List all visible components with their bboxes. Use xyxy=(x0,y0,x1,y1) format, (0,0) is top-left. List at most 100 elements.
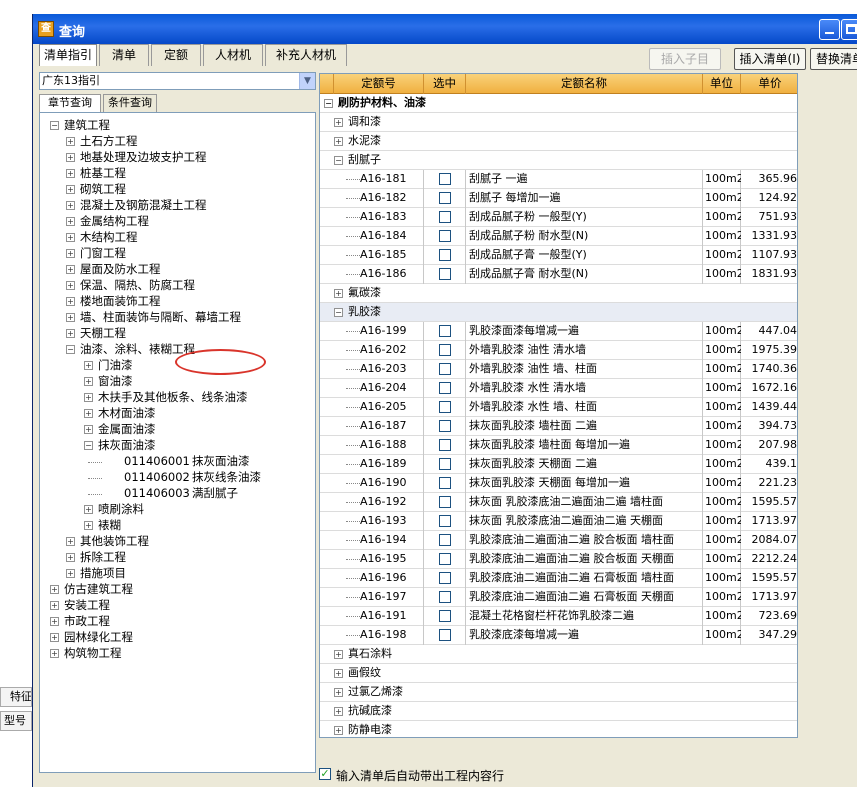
table-row[interactable]: A16-195 乳胶漆底油二遍面油二遍 胶合板面 天棚面 100m2 2212.24 xyxy=(320,550,797,569)
expand-icon[interactable]: + xyxy=(84,409,93,418)
grid-header-price[interactable]: 单价 xyxy=(741,74,797,94)
select-checkbox[interactable] xyxy=(439,249,451,261)
table-row[interactable]: A16-188 抹灰面乳胶漆 墙柱面 每增加一遍 100m2 207.98 xyxy=(320,436,797,455)
expand-icon[interactable]: + xyxy=(66,537,75,546)
tree-item[interactable]: + 市政工程 xyxy=(40,613,315,629)
tree-item[interactable]: 011406003 满刮腻子 xyxy=(40,485,315,501)
tree-item[interactable]: + 窗油漆 xyxy=(40,373,315,389)
tree-item[interactable]: + 金属结构工程 xyxy=(40,213,315,229)
tree-item[interactable]: + 木结构工程 xyxy=(40,229,315,245)
tree-item[interactable]: + 门窗工程 xyxy=(40,245,315,261)
tree-item[interactable]: + 喷刷涂料 xyxy=(40,501,315,517)
expand-icon[interactable]: + xyxy=(66,201,75,210)
table-row[interactable]: A16-184 刮成品腻子粉 耐水型(N) 100m2 1331.93 xyxy=(320,227,797,246)
collapse-icon[interactable]: − xyxy=(50,121,59,130)
table-row[interactable]: A16-198 乳胶漆底漆每增减一遍 100m2 347.29 xyxy=(320,626,797,645)
tab-condition-query[interactable]: 条件查询 xyxy=(103,94,157,112)
table-row[interactable]: A16-189 抹灰面乳胶漆 天棚面 二遍 100m2 439.1 xyxy=(320,455,797,474)
collapse-icon[interactable]: − xyxy=(66,345,75,354)
select-checkbox[interactable] xyxy=(439,363,451,375)
select-checkbox[interactable] xyxy=(439,382,451,394)
expand-icon[interactable]: + xyxy=(334,289,343,298)
group-row[interactable]: − 乳胶漆 xyxy=(320,303,797,322)
expand-icon[interactable]: + xyxy=(84,377,93,386)
expand-icon[interactable]: + xyxy=(84,393,93,402)
expand-icon[interactable]: + xyxy=(50,601,59,610)
table-row[interactable]: A16-193 抹灰面 乳胶漆底油二遍面油二遍 天棚面 100m2 1713.97 xyxy=(320,512,797,531)
tree-item[interactable]: + 木扶手及其他板条、线条油漆 xyxy=(40,389,315,405)
table-row[interactable]: A16-197 乳胶漆底油二遍面油二遍 石膏板面 天棚面 100m2 1713.97 xyxy=(320,588,797,607)
tree-item[interactable]: + 措施项目 xyxy=(40,565,315,581)
grid-header-code[interactable]: 定额号 xyxy=(334,74,424,94)
table-row[interactable]: A16-181 刮腻子 一遍 100m2 365.96 xyxy=(320,170,797,189)
group-row[interactable]: + 防静电漆 xyxy=(320,721,797,737)
tab-extra-materials[interactable]: 补充人材机 xyxy=(265,44,347,66)
tree-item[interactable]: + 天棚工程 xyxy=(40,325,315,341)
tab-list[interactable]: 清单 xyxy=(99,44,149,66)
grid-header-selected[interactable]: 选中 xyxy=(424,74,466,94)
tree-item[interactable]: − 抹灰面油漆 xyxy=(40,437,315,453)
tree-item[interactable]: + 地基处理及边坡支护工程 xyxy=(40,149,315,165)
expand-icon[interactable]: + xyxy=(66,217,75,226)
expand-icon[interactable]: + xyxy=(84,361,93,370)
expand-icon[interactable]: + xyxy=(84,521,93,530)
table-row[interactable]: A16-199 乳胶漆面漆每增减一遍 100m2 447.04 xyxy=(320,322,797,341)
expand-icon[interactable]: + xyxy=(66,169,75,178)
select-checkbox[interactable] xyxy=(439,230,451,242)
expand-icon[interactable]: + xyxy=(50,633,59,642)
tree-item[interactable]: + 混凝土及钢筋混凝土工程 xyxy=(40,197,315,213)
expand-icon[interactable]: + xyxy=(334,650,343,659)
expand-icon[interactable]: + xyxy=(66,137,75,146)
table-row[interactable]: A16-204 外墙乳胶漆 水性 清水墙 100m2 1672.16 xyxy=(320,379,797,398)
table-row[interactable]: A16-205 外墙乳胶漆 水性 墙、柱面 100m2 1439.44 xyxy=(320,398,797,417)
select-checkbox[interactable] xyxy=(439,192,451,204)
expand-icon[interactable]: + xyxy=(84,425,93,434)
tab-materials[interactable]: 人材机 xyxy=(203,44,263,66)
tree-item[interactable]: + 拆除工程 xyxy=(40,549,315,565)
grid-header-name[interactable]: 定额名称 xyxy=(466,74,703,94)
replace-list-button[interactable]: 替换清单 xyxy=(810,48,857,70)
table-row[interactable]: A16-187 抹灰面乳胶漆 墙柱面 二遍 100m2 394.73 xyxy=(320,417,797,436)
expand-icon[interactable]: + xyxy=(50,617,59,626)
tree-item[interactable]: + 桩基工程 xyxy=(40,165,315,181)
tree-item[interactable]: + 园林绿化工程 xyxy=(40,629,315,645)
expand-icon[interactable]: + xyxy=(50,649,59,658)
expand-icon[interactable]: + xyxy=(334,726,343,735)
select-checkbox[interactable] xyxy=(439,572,451,584)
collapse-icon[interactable]: − xyxy=(324,99,333,108)
tab-chapter-query[interactable]: 章节查询 xyxy=(39,94,101,113)
expand-icon[interactable]: + xyxy=(66,297,75,306)
tree-item[interactable]: + 金属面油漆 xyxy=(40,421,315,437)
tree-item[interactable]: − 油漆、涂料、裱糊工程 xyxy=(40,341,315,357)
select-checkbox[interactable] xyxy=(439,458,451,470)
table-row[interactable]: A16-186 刮成品腻子膏 耐水型(N) 100m2 1831.93 xyxy=(320,265,797,284)
group-row[interactable]: − 刮腻子 xyxy=(320,151,797,170)
expand-icon[interactable]: + xyxy=(66,249,75,258)
select-checkbox[interactable] xyxy=(439,439,451,451)
expand-icon[interactable]: + xyxy=(84,505,93,514)
group-row[interactable]: − 刷防护材料、油漆 xyxy=(320,94,797,113)
select-checkbox[interactable] xyxy=(439,268,451,280)
expand-icon[interactable]: + xyxy=(66,329,75,338)
select-checkbox[interactable] xyxy=(439,344,451,356)
table-row[interactable]: A16-182 刮腻子 每增加一遍 100m2 124.92 xyxy=(320,189,797,208)
select-checkbox[interactable] xyxy=(439,211,451,223)
auto-content-checkbox[interactable]: ✓ xyxy=(319,768,331,780)
tree-item[interactable]: + 木材面油漆 xyxy=(40,405,315,421)
table-row[interactable]: A16-202 外墙乳胶漆 油性 清水墙 100m2 1975.39 xyxy=(320,341,797,360)
maximize-button[interactable] xyxy=(841,19,857,40)
table-row[interactable]: A16-194 乳胶漆底油二遍面油二遍 胶合板面 墙柱面 100m2 2084.07 xyxy=(320,531,797,550)
tree-item[interactable]: + 安装工程 xyxy=(40,597,315,613)
tree-item[interactable]: + 裱糊 xyxy=(40,517,315,533)
expand-icon[interactable]: + xyxy=(66,185,75,194)
expand-icon[interactable]: + xyxy=(334,137,343,146)
expand-icon[interactable]: + xyxy=(66,265,75,274)
select-checkbox[interactable] xyxy=(439,496,451,508)
table-row[interactable]: A16-196 乳胶漆底油二遍面油二遍 石膏板面 墙柱面 100m2 1595.57 xyxy=(320,569,797,588)
expand-icon[interactable]: + xyxy=(66,233,75,242)
group-row[interactable]: + 氟碳漆 xyxy=(320,284,797,303)
group-row[interactable]: + 调和漆 xyxy=(320,113,797,132)
expand-icon[interactable]: + xyxy=(66,313,75,322)
expand-icon[interactable]: + xyxy=(66,281,75,290)
select-checkbox[interactable] xyxy=(439,325,451,337)
